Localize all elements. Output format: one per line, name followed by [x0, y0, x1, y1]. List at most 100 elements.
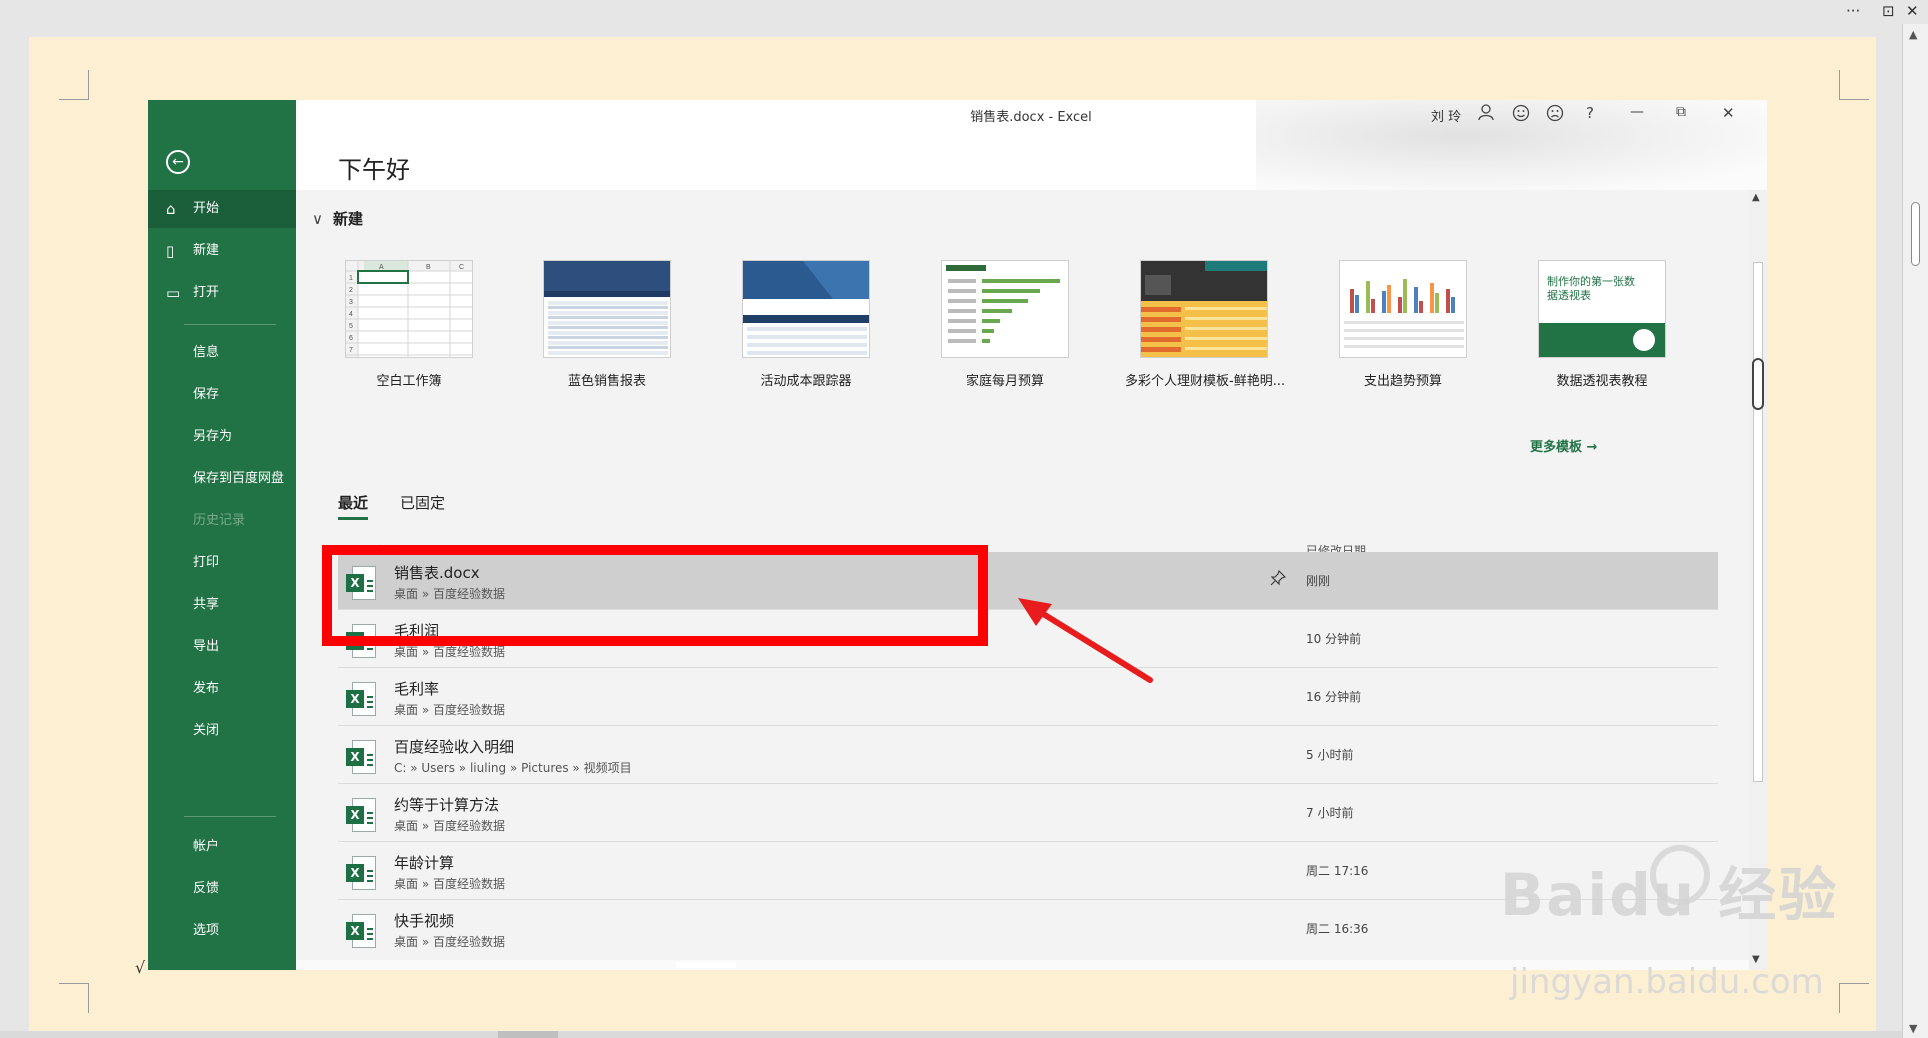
template-label: 空白工作簿: [376, 374, 442, 389]
excel-file-icon: X: [346, 914, 376, 948]
svg-text:7: 7: [349, 347, 353, 354]
template-blue-sales-report[interactable]: 蓝色销售报表: [528, 260, 686, 389]
sidebar-item-info[interactable]: 信息: [148, 334, 296, 372]
file-modified-date: 10 分钟前: [1306, 632, 1362, 646]
highlight-box: [322, 545, 988, 646]
excel-backstage-window: ← ⌂ 开始 ▯ 新建 ▭ 打开 信息 保存 另存为 保存到百度网盘 历史记录 …: [148, 100, 1767, 970]
backstage-main: 销售表.docx - Excel 刘 玲 ? — ⧉ ✕ 下午好 ∨ 新建 A …: [296, 100, 1767, 970]
greeting: 下午好: [338, 156, 410, 184]
crop-mark: [1839, 70, 1869, 100]
scroll-thumb[interactable]: [676, 962, 736, 968]
restore-icon[interactable]: ⊡: [1882, 2, 1895, 20]
frown-icon[interactable]: [1546, 104, 1564, 127]
template-pivot-table-tutorial[interactable]: 制作你的第一张数据透视表 数据透视表教程: [1523, 260, 1681, 389]
template-label: 多彩个人理财模板-鲜艳明...: [1125, 374, 1286, 389]
file-modified-date: 刚刚: [1306, 574, 1331, 588]
template-label: 家庭每月预算: [965, 374, 1044, 389]
sidebar-item-home[interactable]: ⌂ 开始: [148, 190, 296, 228]
tab-recent[interactable]: 最近: [338, 492, 369, 520]
scroll-thumb[interactable]: [1911, 202, 1920, 266]
template-family-monthly-budget[interactable]: 家庭每月预算: [926, 260, 1084, 389]
watermark-url: jingyan.baidu.com: [1510, 962, 1824, 1002]
template-label: 蓝色销售报表: [567, 374, 646, 389]
sidebar-item-save-as[interactable]: 另存为: [148, 418, 296, 456]
divider: [184, 816, 276, 817]
user-name[interactable]: 刘 玲: [1431, 106, 1461, 125]
sidebar-item-account[interactable]: 帐户: [148, 828, 296, 866]
crop-mark: [59, 70, 89, 100]
minimize-icon[interactable]: —: [1630, 104, 1644, 120]
svg-text:6: 6: [349, 335, 353, 342]
new-section-header[interactable]: ∨ 新建: [312, 208, 363, 229]
check-mark: √: [135, 958, 146, 977]
outer-title-bar: ··· ⊡ ✕: [0, 0, 1928, 24]
template-blank-workbook[interactable]: A B C 1 2 3 4 5 6 7 空白工作簿: [330, 260, 488, 389]
scroll-up-arrow-icon[interactable]: ▲: [1752, 192, 1760, 203]
file-modified-date: 16 分钟前: [1306, 690, 1362, 704]
svg-text:3: 3: [349, 299, 353, 306]
window-title: 销售表.docx - Excel: [970, 110, 1092, 125]
sidebar-item-new[interactable]: ▯ 新建: [148, 232, 296, 270]
sidebar-item-options[interactable]: 选项: [148, 912, 296, 950]
sidebar-item-history: 历史记录: [193, 513, 246, 528]
file-name: 百度经验收入明细: [394, 738, 515, 756]
svg-text:B: B: [426, 264, 431, 271]
file-path: 桌面 » 百度经验数据: [394, 877, 505, 891]
excel-file-icon: X: [346, 798, 376, 832]
sidebar-item-feedback[interactable]: 反馈: [148, 870, 296, 908]
scroll-up-arrow-icon[interactable]: ▲: [1909, 28, 1917, 41]
template-thumbnail: [543, 260, 671, 358]
template-thumbnail: [941, 260, 1069, 358]
crop-mark: [59, 983, 89, 1013]
more-options-icon[interactable]: ···: [1846, 2, 1860, 20]
red-arrow-annotation: [1018, 598, 1153, 683]
sidebar-item-save-to-baidu[interactable]: 保存到百度网盘: [148, 460, 296, 498]
sidebar-item-close[interactable]: 关闭: [148, 712, 296, 750]
file-path: 桌面 » 百度经验数据: [394, 935, 505, 949]
home-icon: ⌂: [166, 200, 176, 218]
template-thumbnail: A B C 1 2 3 4 5 6 7: [345, 260, 473, 358]
excel-file-icon: X: [346, 740, 376, 774]
excel-file-icon: X: [346, 856, 376, 890]
template-thumbnail-text: 制作你的第一张数据透视表: [1547, 276, 1635, 302]
back-arrow-icon[interactable]: ←: [166, 150, 190, 174]
file-row[interactable]: X 约等于计算方法 桌面 » 百度经验数据 7 小时前: [338, 784, 1718, 842]
template-activity-cost-tracker[interactable]: 活动成本跟踪器: [727, 260, 885, 389]
user-icon[interactable]: [1478, 104, 1494, 126]
template-thumbnail: [742, 260, 870, 358]
scroll-down-arrow-icon[interactable]: ▼: [1909, 1022, 1917, 1035]
file-name: 快手视频: [394, 912, 455, 930]
file-row[interactable]: X 百度经验收入明细 C: » Users » liuling » Pictur…: [338, 726, 1718, 784]
sidebar-item-share[interactable]: 共享: [148, 586, 296, 624]
document-horizontal-scrollbar[interactable]: [0, 1031, 1902, 1038]
template-label: 数据透视表教程: [1556, 374, 1648, 389]
sidebar-item-open[interactable]: ▭ 打开: [148, 274, 296, 312]
file-path: 桌面 » 百度经验数据: [394, 703, 505, 717]
template-thumbnail: [1140, 260, 1268, 358]
sidebar-item-export[interactable]: 导出: [148, 628, 296, 666]
sidebar-item-publish[interactable]: 发布: [148, 670, 296, 708]
window-title-bar: 销售表.docx - Excel 刘 玲 ? — ⧉ ✕ 下午好: [296, 100, 1767, 190]
more-templates-link[interactable]: 更多模板 →: [1530, 436, 1597, 455]
chevron-down-icon: ∨: [312, 210, 323, 228]
template-thumbnail: 制作你的第一张数据透视表: [1538, 260, 1666, 358]
restore-icon[interactable]: ⧉: [1676, 104, 1686, 120]
scroll-thumb[interactable]: [1753, 262, 1763, 782]
document-vertical-scrollbar[interactable]: ▲ ▼: [1902, 24, 1928, 1038]
svg-text:A: A: [379, 264, 384, 271]
tab-pinned[interactable]: 已固定: [400, 492, 445, 513]
smile-icon[interactable]: [1512, 104, 1530, 127]
close-icon[interactable]: ✕: [1906, 2, 1919, 20]
scroll-indicator: [1752, 358, 1764, 410]
scroll-thumb[interactable]: [498, 1031, 558, 1038]
file-modified-date: 5 小时前: [1306, 748, 1354, 762]
pin-icon[interactable]: [1270, 569, 1287, 590]
help-icon[interactable]: ?: [1586, 104, 1594, 122]
close-icon[interactable]: ✕: [1722, 104, 1735, 122]
sidebar-item-save[interactable]: 保存: [148, 376, 296, 414]
sidebar-item-print[interactable]: 打印: [148, 544, 296, 582]
file-modified-date: 7 小时前: [1306, 806, 1354, 820]
template-personal-finance[interactable]: 多彩个人理财模板-鲜艳明...: [1125, 260, 1286, 389]
template-expense-trend-budget[interactable]: 支出趋势预算: [1324, 260, 1482, 389]
sidebar-item-label: 打开: [193, 285, 220, 300]
